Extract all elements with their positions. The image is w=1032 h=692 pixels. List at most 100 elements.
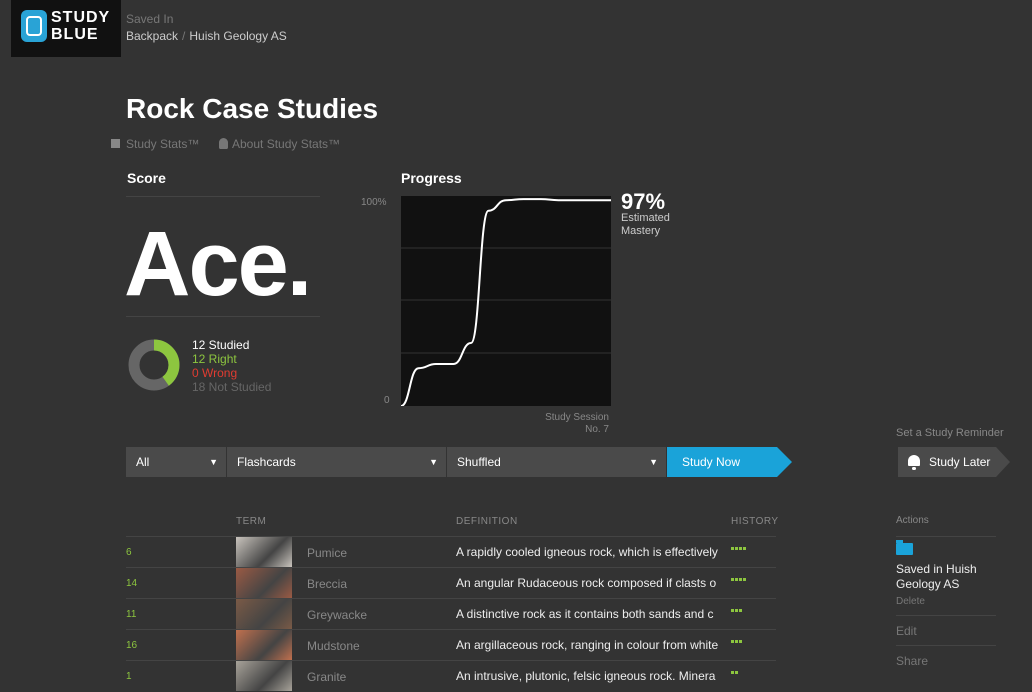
history-dot [731, 578, 734, 581]
session-label: Study Session No. 7 [545, 412, 609, 435]
definition-text: An argillaceous rock, ranging in colour … [456, 638, 719, 652]
reminder-label: Set a Study Reminder [896, 427, 1004, 439]
breadcrumb-separator: / [182, 29, 186, 43]
study-stats-toggle[interactable]: Study Stats™ [111, 137, 199, 151]
breadcrumb: Backpack / Huish Geology AS [126, 29, 287, 43]
table-row[interactable]: 14 Breccia An angular Rudaceous rock compo… [126, 567, 776, 599]
score-header: Score [127, 170, 166, 186]
page-title: Rock Case Studies [126, 93, 379, 124]
term-text: Greywacke [307, 608, 368, 622]
definition-text: A distinctive rock as it contains both s… [456, 607, 714, 621]
delete-link[interactable]: Delete [896, 596, 925, 607]
history-dot [743, 547, 746, 550]
actions-divider [896, 645, 996, 646]
mastery-label: Estimated Mastery [621, 212, 670, 237]
not-studied-count: 18 Not Studied [192, 380, 272, 394]
history-dot [731, 609, 734, 612]
term-thumbnail [236, 537, 292, 567]
actions-divider [896, 615, 996, 616]
history-indicator [731, 640, 743, 643]
history-dot [731, 671, 734, 674]
wrong-count: 0 Wrong [192, 366, 238, 380]
logo-text: STUDY BLUE [51, 9, 111, 43]
saved-folder-link[interactable]: Saved in Huish Geology AS [896, 562, 996, 592]
score-divider-bottom [126, 316, 320, 317]
column-header-history: HISTORY [731, 516, 779, 527]
studied-count: 12 Studied [192, 338, 250, 352]
term-thumbnail [236, 630, 292, 660]
dropdown-arrow-icon: ▼ [209, 457, 218, 467]
term-thumbnail [236, 599, 292, 629]
breadcrumb-backpack[interactable]: Backpack [126, 29, 178, 43]
term-text: Pumice [307, 546, 348, 560]
chart-background [401, 196, 611, 406]
lightbulb-icon [219, 138, 228, 149]
studyblue-logo[interactable]: STUDY BLUE [11, 0, 121, 57]
breadcrumb-folder[interactable]: Huish Geology AS [189, 29, 286, 43]
about-study-stats-link[interactable]: About Study Stats™ [219, 137, 340, 151]
history-indicator [731, 578, 747, 581]
history-dot [743, 578, 746, 581]
history-dot [731, 640, 734, 643]
history-dot [735, 578, 738, 581]
study-later-label: Study Later [929, 455, 991, 469]
actions-divider [896, 536, 996, 537]
progress-chart [401, 196, 611, 406]
column-header-term: TERM [236, 516, 267, 527]
edit-link[interactable]: Edit [896, 624, 917, 638]
share-link[interactable]: Share [896, 654, 928, 668]
order-value: Shuffled [457, 455, 501, 469]
score-grade: Ace. [124, 213, 312, 315]
history-indicator [731, 609, 743, 612]
term-text: Breccia [307, 577, 348, 591]
y-axis-max-label: 100% [361, 197, 387, 208]
progress-header: Progress [401, 170, 462, 186]
right-count: 12 Right [192, 352, 237, 366]
history-dot [739, 578, 742, 581]
history-dot [739, 640, 742, 643]
history-dot [735, 547, 738, 550]
folder-icon[interactable] [896, 540, 913, 555]
definition-text: An angular Rudaceous rock composed if cl… [456, 576, 717, 590]
dropdown-arrow-icon: ▼ [649, 457, 658, 467]
table-row[interactable]: 6 Pumice A rapidly cooled igneous rock, wh… [126, 536, 776, 568]
term-thumbnail [236, 568, 292, 598]
table-row[interactable]: 11 Greywacke A distinctive rock as it cont… [126, 598, 776, 630]
term-thumbnail [236, 661, 292, 691]
study-later-button[interactable]: Study Later [898, 447, 1010, 477]
history-dot [739, 547, 742, 550]
history-dot [735, 671, 738, 674]
term-text: Mudstone [307, 639, 360, 653]
term-text: Granite [307, 670, 347, 684]
history-dot [735, 640, 738, 643]
study-count: 6 [126, 547, 132, 558]
study-count: 1 [126, 671, 132, 682]
mode-dropdown[interactable]: Flashcards ▼ [227, 447, 446, 477]
history-indicator [731, 671, 739, 674]
definition-text: An intrusive, plutonic, felsic igneous r… [456, 669, 716, 683]
bell-icon [908, 455, 920, 470]
history-dot [731, 547, 734, 550]
score-divider-top [126, 196, 320, 197]
study-stats-label: Study Stats™ [126, 137, 200, 151]
y-axis-min-label: 0 [384, 395, 390, 406]
filter-dropdown[interactable]: All ▼ [126, 447, 226, 477]
actions-label: Actions [896, 515, 929, 526]
column-header-definition: DEFINITION [456, 516, 518, 527]
study-now-button[interactable]: Study Now [667, 447, 792, 477]
studyblue-logo-icon [21, 10, 47, 42]
study-count: 14 [126, 578, 138, 589]
history-indicator [731, 547, 747, 550]
history-dot [739, 609, 742, 612]
score-legend: 12 Studied 12 Right 0 Wrong 18 Not Studi… [192, 338, 271, 394]
table-row[interactable]: 1 Granite An intrusive, plutonic, felsic i… [126, 660, 776, 692]
order-dropdown[interactable]: Shuffled ▼ [447, 447, 666, 477]
collapse-icon [111, 139, 120, 148]
score-donut [128, 339, 180, 391]
mode-value: Flashcards [237, 455, 296, 469]
filter-value: All [136, 455, 150, 469]
study-count: 16 [126, 640, 138, 651]
saved-in-label: Saved In [126, 12, 174, 26]
study-count: 11 [126, 609, 137, 620]
table-row[interactable]: 16 Mudstone An argillaceous rock, ranging … [126, 629, 776, 661]
